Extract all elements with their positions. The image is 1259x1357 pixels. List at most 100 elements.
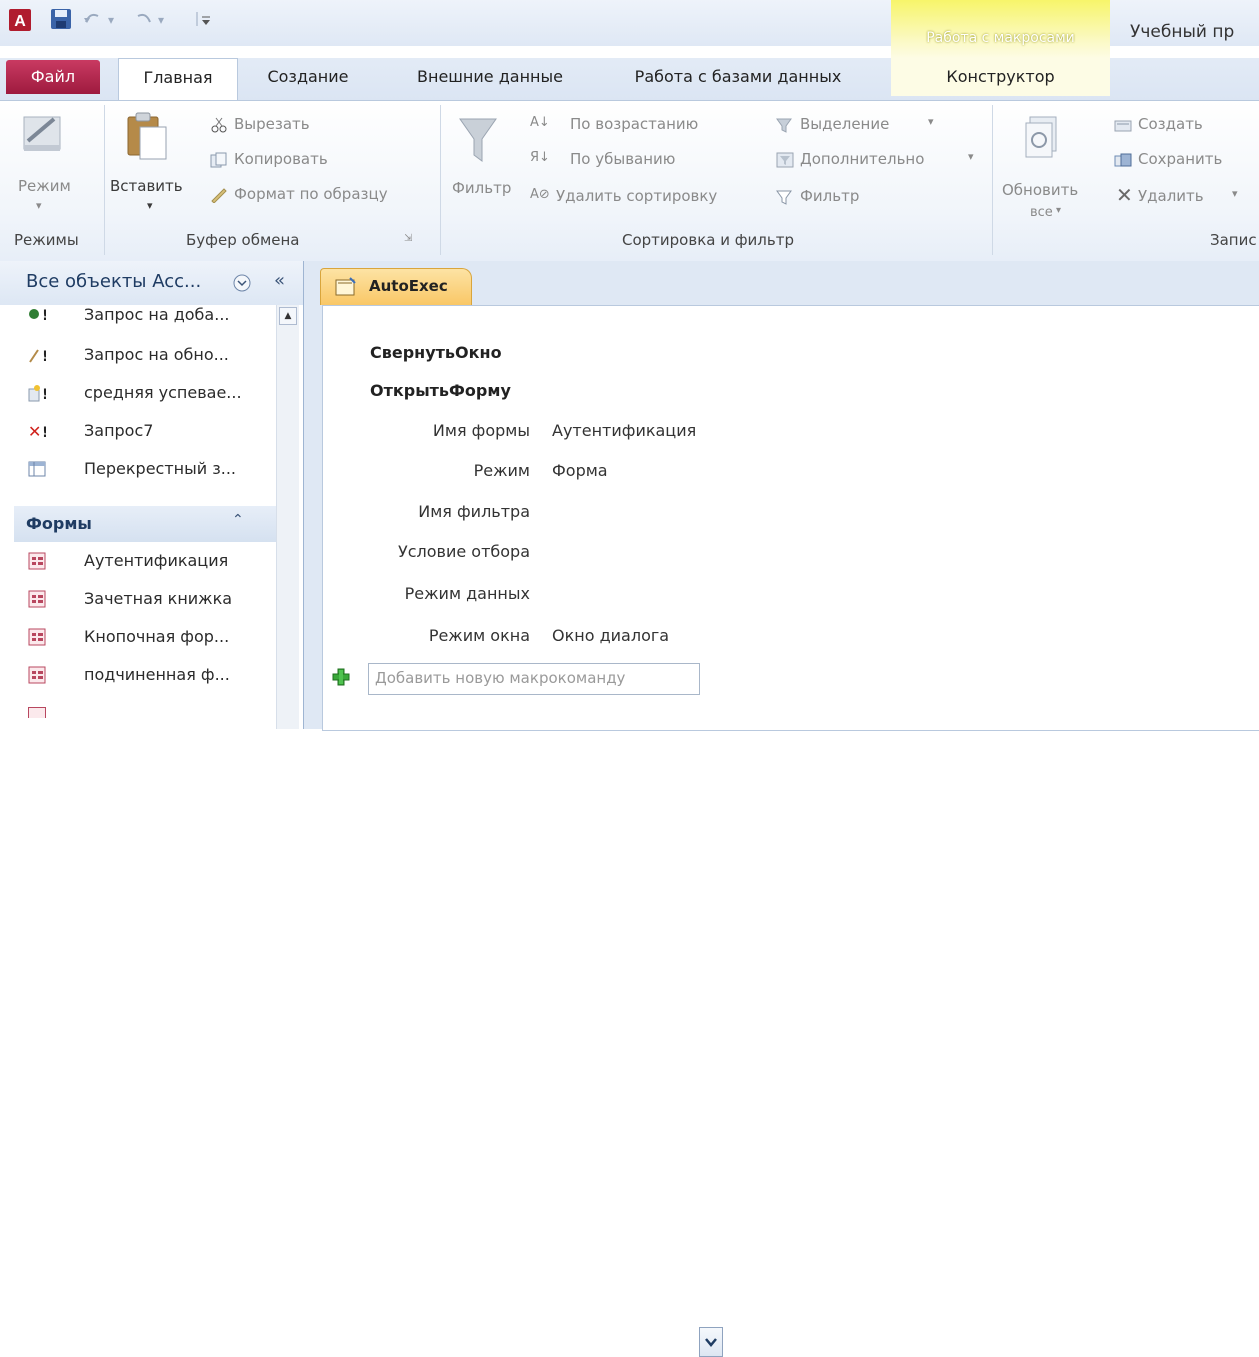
nav-menu-chevron-icon[interactable]: [232, 273, 252, 293]
chevron-down-icon: [705, 1338, 717, 1347]
view-mode-button[interactable]: Режим: [18, 177, 71, 195]
nav-item-label: Запрос7: [84, 421, 154, 440]
remove-sort-icon: A⊘: [530, 187, 550, 202]
document-tab-autoexec[interactable]: AutoExec: [320, 268, 472, 305]
undo-icon[interactable]: ▾: [80, 8, 120, 30]
add-action-dropdown-button[interactable]: [699, 1327, 723, 1357]
sort-descending-button[interactable]: По убыванию: [570, 150, 675, 168]
save-record-icon: [1114, 153, 1132, 167]
tab-create[interactable]: Создание: [262, 58, 354, 96]
format-painter-button[interactable]: Формат по образцу: [234, 185, 388, 203]
remove-sort-button[interactable]: Удалить сортировку: [556, 187, 717, 205]
argument-value-form-name[interactable]: Аутентификация: [552, 421, 696, 440]
argument-label-form-name: Имя формы: [432, 421, 530, 440]
selection-button[interactable]: Выделение: [800, 115, 889, 133]
argument-value-view[interactable]: Форма: [552, 461, 608, 480]
svg-text:!: !: [42, 387, 46, 402]
selection-filter-icon: [776, 118, 792, 133]
list-item[interactable]: ! Запрос на обно...: [14, 337, 276, 373]
argument-label-data-mode: Режим данных: [404, 584, 530, 603]
tab-designer[interactable]: Конструктор: [891, 58, 1110, 96]
group-separator: [992, 105, 993, 255]
new-record-button[interactable]: Создать: [1138, 115, 1203, 133]
argument-value-window-mode[interactable]: Окно диалога: [552, 626, 669, 645]
scroll-up-arrow-icon[interactable]: ▲: [279, 307, 297, 325]
nav-item-label: Зачетная книжка: [84, 589, 233, 608]
delete-query-icon: ✕!: [28, 422, 46, 440]
form-icon: [28, 666, 46, 684]
sort-ascending-button[interactable]: По возрастанию: [570, 115, 698, 133]
nav-item-label: Запрос на обно...: [84, 345, 229, 364]
clipboard-group-label: Буфер обмена: [186, 231, 300, 249]
group-separator: [440, 105, 441, 255]
list-item[interactable]: Кнопочная фор...: [14, 619, 276, 655]
shutter-bar-collapse-icon[interactable]: «: [274, 270, 285, 291]
nav-item-label: подчиненная ф...: [84, 665, 230, 684]
list-item[interactable]: Перекрестный з...: [14, 451, 276, 487]
save-record-button[interactable]: Сохранить: [1138, 150, 1222, 168]
argument-label-where-condition: Условие отбора: [397, 542, 530, 561]
make-table-query-icon: !: [28, 385, 46, 402]
clipboard-launcher-icon[interactable]: ⇲: [404, 233, 412, 244]
argument-label-window-mode: Режим окна: [428, 626, 530, 645]
macro-action-minimize-window[interactable]: СвернутьОкно: [370, 343, 502, 362]
macro-action-open-form[interactable]: ОткрытьФорму: [370, 381, 511, 400]
window-title: Учебный пр: [1130, 22, 1235, 42]
delete-icon: ✕: [1116, 183, 1133, 207]
list-item[interactable]: Аутентификация: [14, 543, 276, 579]
nav-group-label: Формы: [26, 514, 92, 533]
delete-button[interactable]: Удалить: [1138, 187, 1204, 205]
filter-button[interactable]: Фильтр: [452, 179, 511, 197]
list-item[interactable]: ✕! Запрос7: [14, 413, 276, 449]
nav-scrollbar[interactable]: ▲: [276, 305, 299, 729]
nav-pane-title[interactable]: Все объекты Acc...: [26, 271, 201, 292]
nav-pane-header[interactable]: Все объекты Acc... «: [0, 261, 303, 305]
tab-external-data[interactable]: Внешние данные: [380, 58, 600, 96]
cut-icon: [211, 117, 227, 133]
nav-item-label: Кнопочная фор...: [84, 627, 230, 646]
argument-label-filter-name: Имя фильтра: [418, 502, 530, 521]
title-bar: A ▾ ▾ Работа с макросами Учебный пр: [0, 0, 1259, 58]
cut-button[interactable]: Вырезать: [234, 115, 310, 133]
form-icon: [28, 552, 46, 570]
design-mode-icon: [23, 116, 61, 151]
access-logo-icon[interactable]: A: [8, 8, 32, 32]
customize-qat-icon[interactable]: [194, 8, 214, 30]
list-item[interactable]: ! средняя успевае...: [14, 375, 276, 411]
format-painter-icon: [211, 188, 227, 203]
sort-ascending-icon: A↓: [530, 115, 550, 130]
paste-icon[interactable]: [124, 109, 170, 163]
paste-dropdown-icon[interactable]: ▾: [147, 199, 153, 212]
add-new-action-combobox[interactable]: Добавить новую макрокоманду: [368, 663, 723, 1357]
tab-file[interactable]: Файл: [6, 60, 100, 94]
nav-group-header-forms[interactable]: Формы ⌃: [14, 506, 276, 542]
list-item[interactable]: подчиненная ф...: [14, 657, 276, 693]
selection-dropdown-icon[interactable]: ▾: [928, 115, 934, 128]
delete-dropdown-icon[interactable]: ▾: [1232, 187, 1238, 200]
list-item[interactable]: ! Запрос на доба...: [14, 303, 276, 329]
records-group-label: Запис: [1210, 231, 1257, 249]
views-group-label: Режимы: [14, 231, 79, 249]
paste-button[interactable]: Вставить: [110, 177, 183, 195]
refresh-all-button[interactable]: Обновить: [1002, 181, 1078, 199]
redo-icon[interactable]: ▾: [132, 8, 172, 30]
save-icon[interactable]: [50, 8, 72, 30]
svg-text:!: !: [42, 425, 46, 440]
toggle-filter-button[interactable]: Фильтр: [800, 187, 859, 205]
macro-icon: [335, 277, 356, 296]
collapse-group-icon[interactable]: ⌃: [232, 512, 244, 528]
refresh-all-icon: [1025, 116, 1057, 158]
advanced-button[interactable]: Дополнительно: [800, 150, 924, 168]
refresh-dropdown-icon[interactable]: ▾: [1056, 205, 1061, 216]
update-query-icon: !: [29, 349, 46, 364]
refresh-all-sublabel[interactable]: все: [1030, 205, 1053, 220]
view-mode-dropdown-icon[interactable]: ▾: [36, 199, 42, 212]
tab-database-tools[interactable]: Работа с базами данных: [606, 58, 870, 96]
tab-home[interactable]: Главная: [118, 58, 238, 101]
group-separator: [104, 105, 105, 255]
advanced-dropdown-icon[interactable]: ▾: [968, 150, 974, 163]
list-item[interactable]: Зачетная книжка: [14, 581, 276, 617]
nav-item-label: Запрос на доба...: [84, 305, 230, 324]
copy-button[interactable]: Копировать: [234, 150, 328, 168]
svg-text:A: A: [14, 13, 26, 30]
